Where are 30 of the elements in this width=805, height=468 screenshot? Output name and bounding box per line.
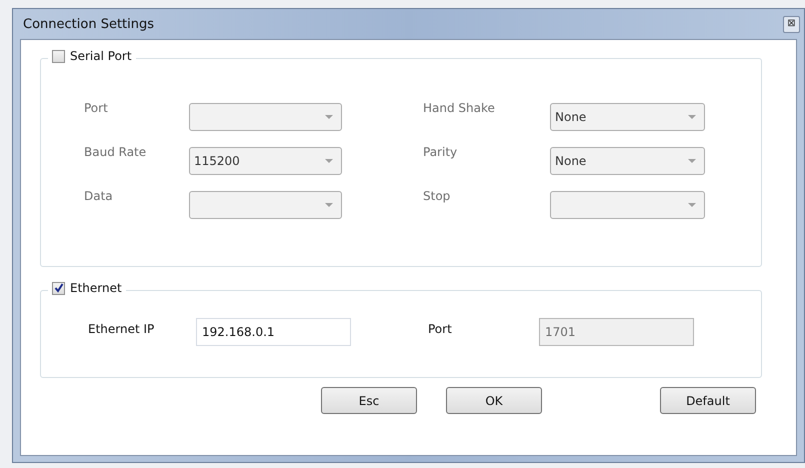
checkbox[interactable] xyxy=(52,50,65,62)
dropdown[interactable] xyxy=(189,191,342,219)
dialog-button[interactable]: Esc xyxy=(321,387,417,414)
close-button[interactable]: ⊠ xyxy=(783,16,800,32)
dropdown-arrow-icon xyxy=(688,203,696,207)
input-field[interactable]: 192.168.0.1 xyxy=(196,318,351,346)
dropdown[interactable]: 115200 xyxy=(189,147,342,175)
dropdown[interactable] xyxy=(550,191,705,219)
checkbox[interactable] xyxy=(52,282,65,294)
field-label: Ethernet IP xyxy=(88,322,156,336)
field-label: Port xyxy=(84,101,109,115)
dropdown[interactable] xyxy=(189,103,342,131)
field-label: Port xyxy=(428,322,453,336)
field-label: Parity xyxy=(423,145,458,159)
field-label: Stop xyxy=(423,189,452,203)
dialog-button[interactable]: OK xyxy=(446,387,542,414)
dropdown-arrow-icon xyxy=(688,159,696,163)
field-label: Baud Rate xyxy=(84,145,148,159)
window-title: Connection Settings xyxy=(23,16,154,32)
dropdown[interactable]: None xyxy=(550,103,705,131)
dropdown-arrow-icon xyxy=(325,115,333,119)
dialog-button[interactable]: Default xyxy=(660,387,756,414)
dropdown[interactable]: None xyxy=(550,147,705,175)
group-label: Ethernet xyxy=(70,281,122,295)
dropdown-arrow-icon xyxy=(325,203,333,207)
dropdown-arrow-icon xyxy=(688,115,696,119)
dropdown-arrow-icon xyxy=(325,159,333,163)
group-label: Serial Port xyxy=(70,49,132,63)
field-label: Hand Shake xyxy=(423,101,496,115)
field-label: Data xyxy=(84,189,114,203)
